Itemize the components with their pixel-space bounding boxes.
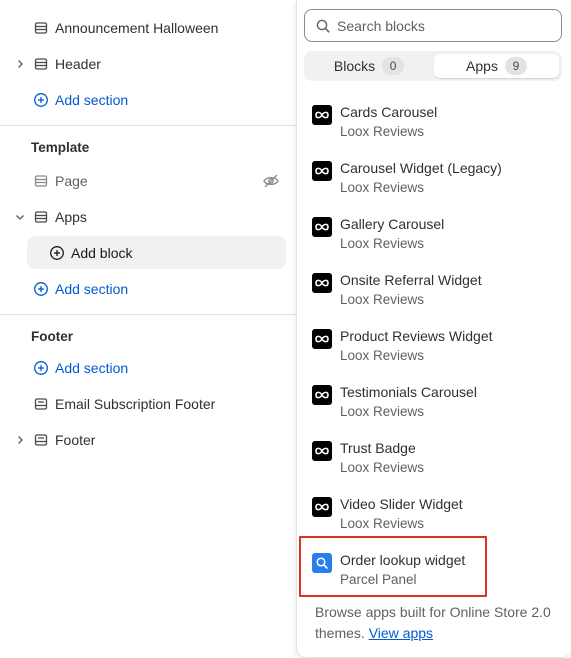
chevron-down-icon[interactable] <box>14 211 26 223</box>
tab-apps[interactable]: Apps 9 <box>434 54 559 78</box>
loox-infinity-icon <box>312 329 332 349</box>
app-vendor-name: Loox Reviews <box>340 292 425 307</box>
section-page[interactable]: Page <box>0 163 296 199</box>
app-block-name: Testimonials Carousel <box>340 384 477 400</box>
app-block-name: Onsite Referral Widget <box>340 272 482 288</box>
loox-infinity-icon <box>312 497 332 517</box>
add-circle-icon <box>34 361 48 375</box>
loox-infinity-icon <box>312 441 332 461</box>
browse-apps-note: Browse apps built for Online Store 2.0 t… <box>315 602 565 644</box>
section-layout-icon <box>34 175 48 187</box>
loox-infinity-icon <box>312 273 332 293</box>
add-block-label: Add block <box>71 245 133 261</box>
section-label: Page <box>55 173 88 189</box>
chevron-right-icon[interactable] <box>14 434 26 446</box>
section-label: Footer <box>55 432 96 448</box>
add-section-label: Add section <box>55 281 129 297</box>
tab-label: Apps <box>466 58 498 74</box>
app-block-item[interactable]: Gallery Carousel Loox Reviews <box>304 213 562 265</box>
count-badge: 0 <box>382 57 405 75</box>
view-apps-link[interactable]: View apps <box>369 625 433 641</box>
app-vendor-name: Loox Reviews <box>340 348 425 363</box>
app-block-name: Carousel Widget (Legacy) <box>340 160 502 176</box>
section-footer-layout-icon <box>34 398 48 410</box>
add-section-label: Add section <box>55 92 129 108</box>
add-section-template[interactable]: Add section <box>0 271 296 307</box>
app-vendor-name: Loox Reviews <box>340 236 425 251</box>
app-block-name: Gallery Carousel <box>340 216 445 232</box>
loox-infinity-icon <box>312 161 332 181</box>
section-layout-icon <box>34 22 48 34</box>
tab-label: Blocks <box>333 58 376 74</box>
loox-infinity-icon <box>312 385 332 405</box>
app-block-item[interactable]: Onsite Referral Widget Loox Reviews <box>304 269 562 321</box>
add-circle-icon <box>34 93 48 107</box>
count-badge: 9 <box>504 57 527 75</box>
block-type-tabs: Blocks 0 Apps 9 <box>304 51 562 81</box>
divider <box>0 314 296 315</box>
app-block-name: Video Slider Widget <box>340 496 463 512</box>
search-input[interactable] <box>337 16 557 36</box>
section-layout-icon <box>34 211 48 223</box>
section-announcement-halloween[interactable]: Announcement Halloween <box>0 10 296 46</box>
section-label: Email Subscription Footer <box>55 396 216 412</box>
loox-infinity-icon <box>312 217 332 237</box>
add-circle-icon <box>34 282 48 296</box>
app-vendor-name: Loox Reviews <box>340 460 425 475</box>
app-block-item[interactable]: Testimonials Carousel Loox Reviews <box>304 381 562 433</box>
search-field[interactable] <box>304 9 562 42</box>
template-group-title: Template <box>31 140 90 155</box>
theme-sections-panel: Announcement Halloween Header Add sectio… <box>0 0 296 658</box>
app-block-item[interactable]: Product Reviews Widget Loox Reviews <box>304 325 562 377</box>
add-section-header-group[interactable]: Add section <box>0 82 296 118</box>
footer-group-title: Footer <box>31 329 73 344</box>
app-block-name: Trust Badge <box>340 440 416 456</box>
section-email-subscription-footer[interactable]: Email Subscription Footer <box>0 386 296 422</box>
app-block-item[interactable]: Carousel Widget (Legacy) Loox Reviews <box>304 157 562 209</box>
section-label: Header <box>55 56 101 72</box>
app-block-name: Cards Carousel <box>340 104 438 120</box>
divider <box>0 125 296 126</box>
app-vendor-name: Loox Reviews <box>340 516 425 531</box>
section-footer-layout-icon <box>34 434 48 446</box>
section-apps[interactable]: Apps <box>0 199 296 235</box>
app-vendor-name: Loox Reviews <box>340 124 425 139</box>
search-icon <box>316 19 330 33</box>
loox-infinity-icon <box>312 105 332 125</box>
app-block-item[interactable]: Trust Badge Loox Reviews <box>304 437 562 489</box>
add-section-label: Add section <box>55 360 129 376</box>
tab-blocks[interactable]: Blocks 0 <box>307 54 431 78</box>
add-block-button[interactable]: Add block <box>0 235 296 271</box>
section-footer[interactable]: Footer <box>0 422 296 458</box>
add-section-footer[interactable]: Add section <box>0 350 296 386</box>
app-block-name: Product Reviews Widget <box>340 328 493 344</box>
section-header[interactable]: Header <box>0 46 296 82</box>
section-label: Announcement Halloween <box>55 20 219 36</box>
eye-hidden-icon[interactable] <box>262 172 280 190</box>
app-vendor-name: Loox Reviews <box>340 180 425 195</box>
highlight-box <box>299 536 487 597</box>
section-label: Apps <box>55 209 87 225</box>
app-block-item[interactable]: Cards Carousel Loox Reviews <box>304 101 562 153</box>
chevron-right-icon[interactable] <box>14 58 26 70</box>
add-circle-icon <box>50 246 64 260</box>
app-vendor-name: Loox Reviews <box>340 404 425 419</box>
section-layout-icon <box>34 58 48 70</box>
